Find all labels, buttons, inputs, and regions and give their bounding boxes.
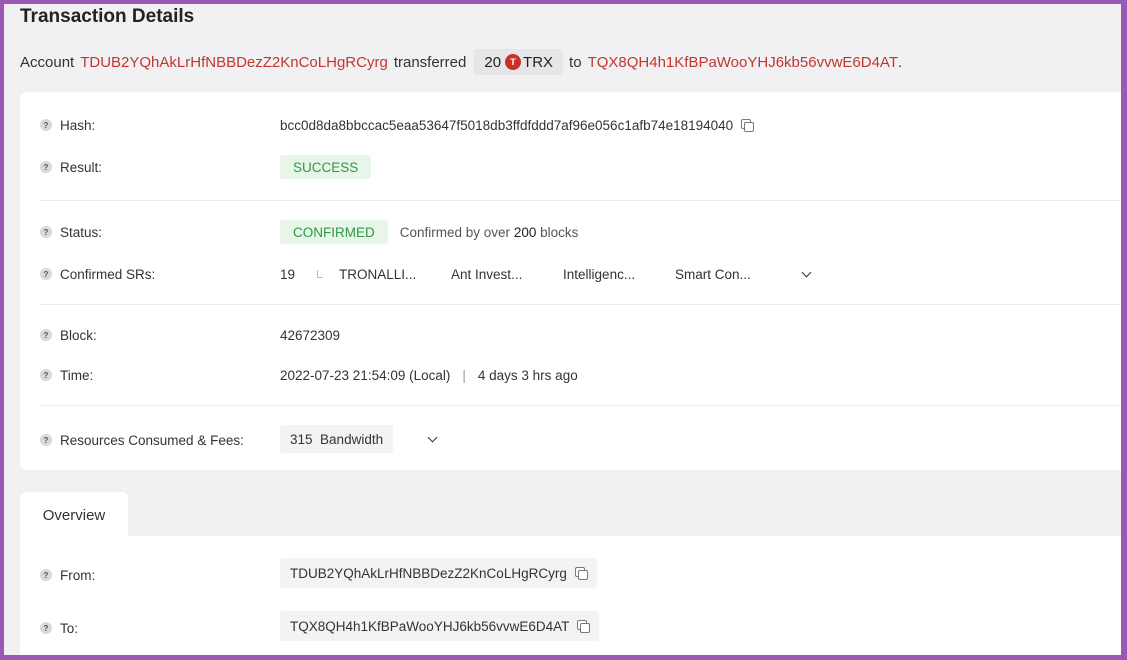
block-row-label: ? Block:	[40, 324, 97, 346]
srs-row-label: ? Confirmed SRs:	[40, 263, 155, 285]
result-value-wrap: SUCCESS	[280, 154, 372, 180]
resources-value-wrap: 315 Bandwidth	[280, 425, 438, 453]
help-icon[interactable]: ?	[40, 161, 52, 173]
srs-count: 19	[280, 266, 296, 282]
page-title: Transaction Details	[20, 6, 195, 27]
divider	[40, 304, 1121, 305]
sr-item[interactable]: Smart Con...	[675, 267, 803, 282]
srs-label: Confirmed SRs:	[60, 266, 156, 282]
bandwidth-pill: 315 Bandwidth	[280, 425, 394, 453]
sr-item[interactable]: TRONALLI...	[339, 267, 451, 282]
bandwidth-value: 315	[290, 431, 313, 447]
sr-item[interactable]: Intelligenc...	[563, 267, 675, 282]
status-badge: CONFIRMED	[280, 220, 388, 244]
amount-pill: 20 T TRX	[474, 49, 564, 75]
sr-item[interactable]: Ant Invest...	[451, 267, 563, 282]
confirmation-prefix: Confirmed by over	[399, 224, 511, 240]
block-label: Block:	[60, 327, 97, 343]
srs-value-wrap: 19 TRONALLI... Ant Invest... Intelligenc…	[280, 261, 812, 287]
help-icon[interactable]: ?	[40, 119, 52, 131]
status-value-wrap: CONFIRMED Confirmed by over 200 blocks	[280, 219, 578, 245]
token-name: TRX	[523, 53, 554, 71]
account-label: Account	[20, 53, 75, 71]
summary-period: .	[897, 53, 903, 71]
time-value: 2022-07-23 21:54:09 (Local)	[280, 367, 451, 383]
to-label-overview: To:	[60, 620, 79, 636]
status-row-label: ? Status:	[40, 221, 102, 243]
to-address: TQX8QH4h1KfBPaWooYHJ6kb56vvwE6D4AT	[290, 618, 570, 634]
divider	[40, 200, 1121, 201]
resources-label: Resources Consumed & Fees:	[60, 432, 244, 448]
copy-icon[interactable]	[741, 119, 755, 132]
help-icon[interactable]: ?	[40, 369, 52, 381]
confirmation-suffix: blocks	[540, 224, 579, 240]
help-icon[interactable]: ?	[40, 329, 52, 341]
transfer-summary: Account TDUB2YQhAkLrHfNBBDezZ2KnCoLHgRCy…	[20, 48, 902, 76]
to-value-wrap: TQX8QH4h1KfBPaWooYHJ6kb56vvwE6D4AT	[280, 611, 600, 641]
details-card: ? Hash: bcc0d8da8bbccac5eaa53647f5018db3…	[20, 92, 1121, 470]
hash-label: Hash:	[60, 117, 96, 133]
hash-value-wrap: bcc0d8da8bbccac5eaa53647f5018db3ffdfddd7…	[280, 112, 755, 138]
from-label: From:	[60, 567, 96, 583]
from-value-wrap: TDUB2YQhAkLrHfNBBDezZ2KnCoLHgRCyrg	[280, 558, 597, 588]
time-label: Time:	[60, 367, 94, 383]
to-label: to	[569, 53, 582, 71]
copy-icon[interactable]	[577, 620, 591, 633]
block-value-wrap: 42672309	[280, 322, 340, 348]
block-link[interactable]: 42672309	[280, 328, 340, 343]
help-icon[interactable]: ?	[40, 226, 52, 238]
time-ago: 4 days 3 hrs ago	[477, 367, 578, 383]
to-row-label: ? To:	[40, 617, 78, 639]
help-icon[interactable]: ?	[40, 622, 52, 634]
help-icon[interactable]: ?	[40, 268, 52, 280]
trx-token-icon: T	[505, 54, 522, 70]
to-address-pill[interactable]: TQX8QH4h1KfBPaWooYHJ6kb56vvwE6D4AT	[280, 611, 600, 641]
from-address-link[interactable]: TDUB2YQhAkLrHfNBBDezZ2KnCoLHgRCyrg	[80, 54, 388, 71]
tree-branch-icon	[317, 270, 324, 278]
result-row-label: ? Result:	[40, 156, 102, 178]
divider	[40, 405, 1121, 406]
copy-icon[interactable]	[574, 567, 588, 580]
from-row-label: ? From:	[40, 564, 95, 586]
chevron-down-icon[interactable]	[801, 267, 812, 277]
transferred-label: transferred	[393, 53, 467, 71]
bandwidth-label: Bandwidth	[320, 431, 384, 447]
time-row-label: ? Time:	[40, 364, 93, 386]
status-label: Status:	[60, 224, 103, 240]
hash-row-label: ? Hash:	[40, 114, 95, 136]
result-badge: SUCCESS	[280, 155, 372, 179]
to-address-link[interactable]: TQX8QH4h1KfBPaWooYHJ6kb56vvwE6D4AT	[588, 54, 898, 71]
from-address-pill[interactable]: TDUB2YQhAkLrHfNBBDezZ2KnCoLHgRCyrg	[280, 558, 597, 588]
amount-value: 20	[484, 53, 502, 71]
hash-value: bcc0d8da8bbccac5eaa53647f5018db3ffdfddd7…	[280, 117, 734, 133]
result-label: Result:	[60, 159, 103, 175]
time-value-wrap: 2022-07-23 21:54:09 (Local) | 4 days 3 h…	[280, 362, 578, 388]
help-icon[interactable]: ?	[40, 569, 52, 581]
confirmation-count: 200	[513, 224, 537, 240]
time-separator: |	[462, 367, 466, 383]
help-icon[interactable]: ?	[40, 434, 52, 446]
resources-row-label: ? Resources Consumed & Fees:	[40, 429, 244, 451]
overview-card: ? From: TDUB2YQhAkLrHfNBBDezZ2KnCoLHgRCy…	[20, 536, 1121, 655]
chevron-down-icon[interactable]	[427, 432, 438, 442]
app-frame: Transaction Details Account TDUB2YQhAkLr…	[4, 4, 1121, 655]
confirmation-note: Confirmed by over 200 blocks	[400, 225, 579, 240]
from-address: TDUB2YQhAkLrHfNBBDezZ2KnCoLHgRCyrg	[290, 565, 567, 581]
tab-overview[interactable]: Overview	[20, 492, 128, 538]
